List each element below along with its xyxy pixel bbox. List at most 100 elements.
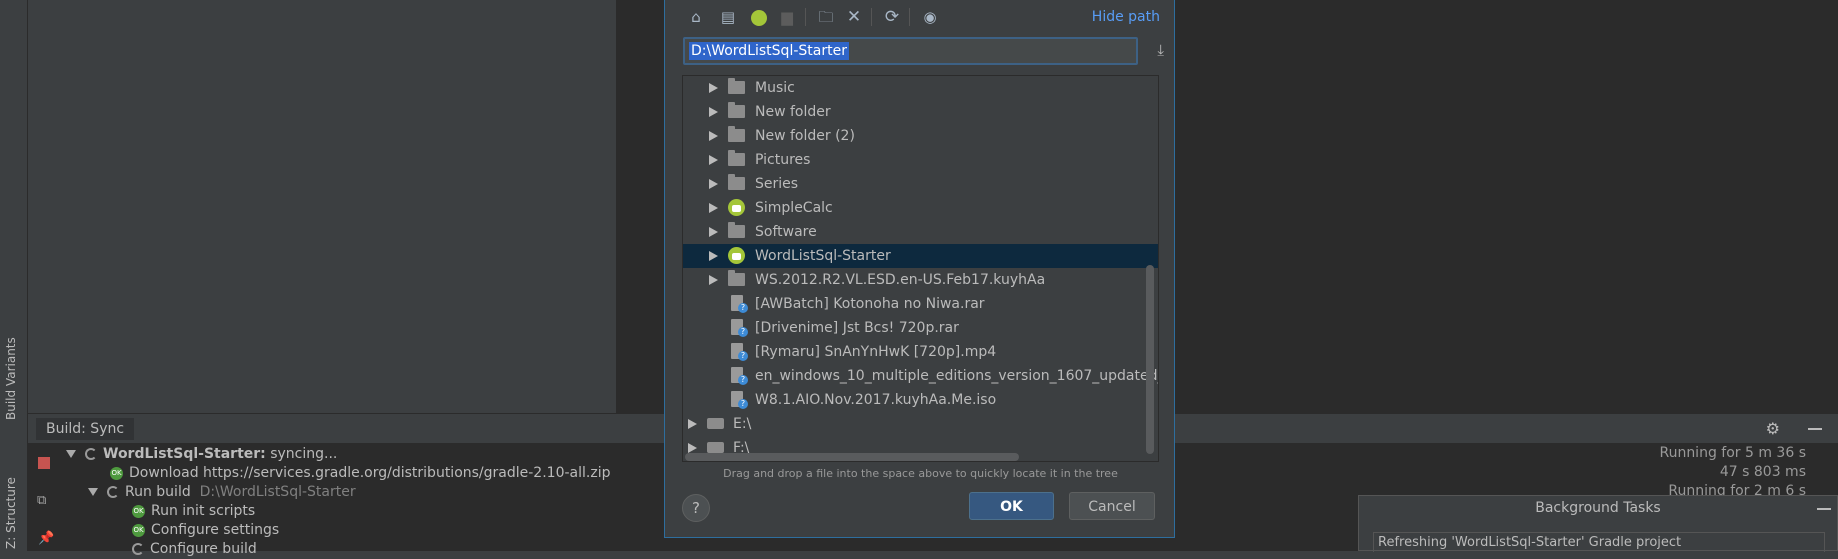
- help-button[interactable]: ?: [682, 494, 710, 522]
- chevron-right-icon[interactable]: [688, 419, 697, 429]
- folder-icon: [728, 102, 745, 118]
- tree-item-pictures[interactable]: Pictures: [683, 148, 1158, 172]
- download-icon[interactable]: ⤓: [1157, 41, 1164, 59]
- chevron-right-icon[interactable]: [709, 227, 718, 237]
- unknown-file-icon: [731, 319, 748, 337]
- tree-item-label: Pictures: [755, 152, 811, 168]
- restore-layout-icon[interactable]: ⧉: [37, 493, 46, 508]
- tree-row-project[interactable]: WordListSql-Starter: syncing...: [66, 445, 337, 464]
- android-project-icon[interactable]: [748, 6, 770, 28]
- show-hidden-icon[interactable]: ◉: [919, 6, 941, 28]
- folder-icon: [728, 126, 745, 142]
- tree-item-label: New folder: [755, 104, 831, 120]
- structure-tab[interactable]: Z: Structure: [4, 477, 18, 549]
- tree-item-ws2012[interactable]: WS.2012.R2.VL.ESD.en-US.Feb17.kuyhAa: [683, 268, 1158, 292]
- tree-item-software[interactable]: Software: [683, 220, 1158, 244]
- tab-build-sync[interactable]: Build: Sync: [36, 418, 135, 440]
- drag-drop-hint: Drag and drop a file into the space abov…: [723, 467, 1118, 480]
- tree-item-label: WordListSql-Starter: [755, 248, 891, 264]
- vertical-scrollbar[interactable]: [1146, 265, 1154, 454]
- tree-item-drivenime[interactable]: [Drivenime] Jst Bcs! 720p.rar: [683, 316, 1158, 340]
- build-variants-tab[interactable]: Build Variants: [4, 337, 18, 420]
- module-folder-icon: ▆: [781, 8, 793, 26]
- chevron-right-icon[interactable]: [709, 155, 718, 165]
- drive-icon: [707, 418, 724, 429]
- tree-row-init-scripts[interactable]: OK Run init scripts: [132, 502, 255, 521]
- folder-icon: [728, 222, 745, 238]
- refresh-icon[interactable]: ⟳: [881, 6, 903, 28]
- tree-item-music[interactable]: Music: [683, 76, 1158, 100]
- chevron-right-icon[interactable]: [709, 275, 718, 285]
- tree-item-label: Software: [755, 224, 817, 240]
- toolbar-separator: [909, 8, 910, 26]
- tree-item-new-folder-2[interactable]: New folder (2): [683, 124, 1158, 148]
- unknown-file-icon: [731, 391, 748, 409]
- configure-build-label: Configure build: [150, 541, 257, 557]
- background-tasks-panel: Background Tasks Refreshing 'WordListSql…: [1358, 495, 1838, 552]
- delete-icon[interactable]: ✕: [843, 6, 865, 28]
- tree-item-label: [Rymaru] SnAnYnHwK [720p].mp4: [755, 344, 997, 360]
- tree-row-configure-settings[interactable]: OK Configure settings: [132, 521, 279, 540]
- chevron-right-icon[interactable]: [709, 179, 718, 189]
- cancel-button[interactable]: Cancel: [1069, 492, 1155, 520]
- sync-icon: [132, 543, 144, 555]
- tree-item-drive-e[interactable]: E:\: [683, 412, 1158, 436]
- file-tree[interactable]: Music New folder New folder (2) Pictures…: [682, 75, 1159, 462]
- android-icon: [728, 247, 745, 264]
- time-download: 47 s 803 ms: [1719, 464, 1806, 480]
- tree-item-label: SimpleCalc: [755, 200, 833, 216]
- tree-item-label: Series: [755, 176, 799, 192]
- background-task-item: Refreshing 'WordListSql-Starter' Gradle …: [1373, 532, 1825, 552]
- drive-icon: [707, 442, 724, 453]
- tree-item-simplecalc[interactable]: SimpleCalc: [683, 196, 1158, 220]
- chevron-right-icon[interactable]: [688, 443, 697, 453]
- minimize-icon[interactable]: [1808, 428, 1822, 430]
- background-tasks-title: Background Tasks: [1535, 500, 1661, 516]
- tree-item-rymaru[interactable]: [Rymaru] SnAnYnHwK [720p].mp4: [683, 340, 1158, 364]
- pin-icon[interactable]: 📌: [38, 531, 54, 546]
- chevron-right-icon[interactable]: [709, 107, 718, 117]
- tree-item-w81-aio[interactable]: W8.1.AIO.Nov.2017.kuyhAa.Me.iso: [683, 388, 1158, 412]
- gear-icon[interactable]: ⚙: [1766, 419, 1780, 438]
- tree-item-en-windows-10[interactable]: en_windows_10_multiple_editions_version_…: [683, 364, 1158, 388]
- tree-row-run-build[interactable]: Run build D:\WordListSql-Starter: [88, 483, 356, 502]
- horizontal-scrollbar[interactable]: [685, 453, 1019, 461]
- tree-item-label: Music: [755, 80, 795, 96]
- tree-row-download[interactable]: OK Download https://services.gradle.org/d…: [110, 464, 610, 483]
- unknown-file-icon: [731, 343, 748, 361]
- tree-item-series[interactable]: Series: [683, 172, 1158, 196]
- home-icon[interactable]: ⌂: [685, 6, 707, 28]
- chevron-right-icon[interactable]: [709, 83, 718, 93]
- desktop-icon[interactable]: ▤: [717, 6, 739, 28]
- ok-button[interactable]: OK: [969, 492, 1054, 520]
- editor-area-right: [1175, 0, 1838, 413]
- ok-icon: OK: [132, 523, 145, 537]
- toolbar-separator: [871, 8, 872, 26]
- tree-item-awbatch[interactable]: [AWBatch] Kotonoha no Niwa.rar: [683, 292, 1158, 316]
- tree-item-label: WS.2012.R2.VL.ESD.en-US.Feb17.kuyhAa: [755, 272, 1046, 288]
- hide-path-link[interactable]: Hide path: [1092, 9, 1160, 25]
- tree-item-wordlistsql-starter[interactable]: WordListSql-Starter: [683, 244, 1158, 268]
- tree-item-new-folder[interactable]: New folder: [683, 100, 1158, 124]
- ok-icon: OK: [132, 504, 145, 518]
- android-icon: [728, 199, 745, 216]
- chevron-right-icon[interactable]: [709, 203, 718, 213]
- chevron-down-icon[interactable]: [88, 488, 98, 496]
- run-build-path: D:\WordListSql-Starter: [199, 484, 356, 500]
- toolbar-separator: [805, 8, 806, 26]
- chevron-right-icon[interactable]: [709, 251, 718, 261]
- select-path-dialog: ⌂ ▤ ▆ 🗀 ✕ ⟳ ◉ Hide path D:\WordListSql-S…: [664, 0, 1175, 538]
- folder-icon: [728, 78, 745, 94]
- minimize-icon[interactable]: [1817, 508, 1831, 510]
- stop-icon[interactable]: [38, 457, 50, 469]
- configure-settings-label: Configure settings: [151, 522, 280, 538]
- chevron-right-icon[interactable]: [709, 131, 718, 141]
- chevron-down-icon[interactable]: [66, 450, 76, 458]
- tree-item-label: [AWBatch] Kotonoha no Niwa.rar: [755, 296, 985, 312]
- new-folder-icon[interactable]: 🗀: [815, 6, 837, 28]
- init-scripts-label: Run init scripts: [151, 503, 256, 519]
- tree-row-configure-build[interactable]: Configure build: [132, 540, 257, 559]
- editor-area-left: [28, 0, 616, 413]
- folder-icon: [728, 174, 745, 190]
- path-input-selection: D:\WordListSql-Starter: [689, 42, 849, 60]
